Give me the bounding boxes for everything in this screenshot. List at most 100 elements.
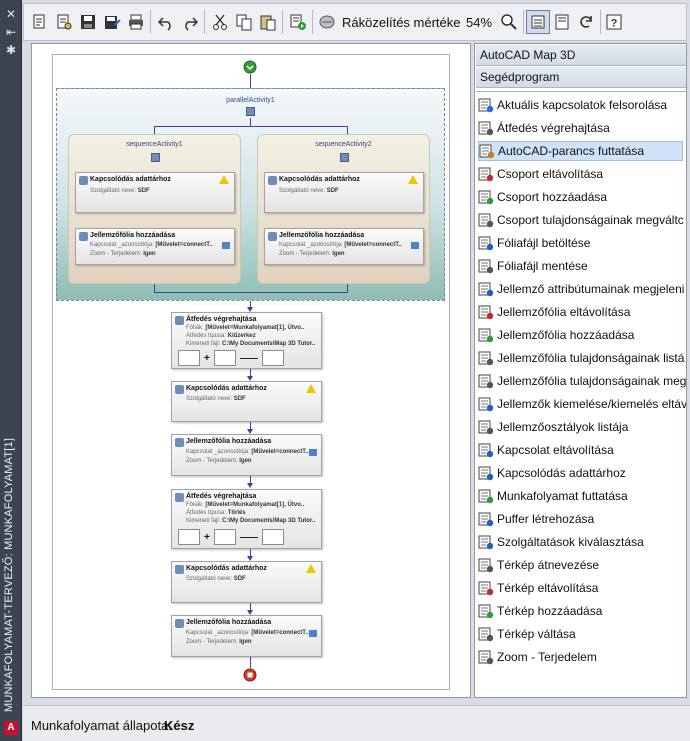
palette-title-bar: ✕ ⇤ ✱ MUNKAFOLYAMAT-TERVEZŐ: MUNKAFOLYAM… (0, 0, 22, 741)
fit-view-icon[interactable] (526, 10, 550, 34)
status-value: Kész (164, 718, 195, 733)
activity-list-item[interactable]: Térkép hozzáadása (478, 601, 683, 621)
activity-perform-overlay-1[interactable]: Átfedés végrehajtása Fóliák: [Művelet=Mu… (171, 312, 322, 369)
activity-list-item[interactable]: Jellemzőfólia hozzáadása (478, 325, 683, 345)
sequence-collapse-icon[interactable] (340, 153, 349, 162)
overlay-icon (175, 316, 184, 325)
run-workflow-icon[interactable] (288, 12, 308, 32)
overlay-diagram: + (178, 347, 284, 369)
activity-perform-overlay-2[interactable]: Átfedés végrehajtása Fóliák: [Művelet=Mu… (171, 489, 322, 549)
undo-icon[interactable] (156, 12, 176, 32)
palette-header[interactable]: AutoCAD Map 3D (476, 45, 686, 66)
warning-icon (306, 564, 316, 573)
palette-subheader[interactable]: Segédprogram (476, 67, 686, 88)
activity-list-label: Puffer létrehozása (497, 512, 595, 526)
activity-list-label: Fóliafájl mentése (497, 259, 588, 273)
activity-list-item[interactable]: Jellemzőfólia tulajdonságainak listá (478, 348, 684, 368)
activity-connect-datastore-3[interactable]: Kapcsolódás adattárhoz Szolgáltató neve:… (171, 381, 322, 422)
zoom-level-icon[interactable] (317, 12, 337, 32)
activity-list-item[interactable]: Jellemző attribútumainak megjeleni (478, 279, 684, 299)
save-icon[interactable] (78, 12, 98, 32)
parallel-activity-label: parallelActivity1 (226, 97, 275, 104)
new-workflow-icon[interactable] (30, 12, 50, 32)
feature-layer-icon (79, 232, 88, 241)
activity-add-feature-layer-1[interactable]: Jellemzőfólia hozzáadása Kapcsolat _azon… (75, 228, 235, 265)
activity-list-item[interactable]: Szolgáltatások kiválasztása (478, 532, 683, 552)
parallel-activity[interactable]: parallelActivity1 sequenceActivity1 Kapc… (56, 88, 445, 301)
zoom-value[interactable]: 54% (466, 15, 492, 30)
activity-icon (478, 282, 494, 297)
close-icon[interactable]: ✕ (3, 6, 19, 22)
activity-list-item[interactable]: Fóliafájl betöltése (478, 233, 683, 253)
activity-list-label: Csoport hozzáadása (497, 190, 608, 204)
activity-list-item[interactable]: Kapcsolódás adattárhoz (478, 463, 683, 483)
binding-icon[interactable] (309, 449, 317, 456)
activity-icon (478, 167, 494, 182)
activity-list-item[interactable]: Csoport tulajdonságainak megváltc (478, 210, 684, 230)
binding-icon[interactable] (309, 630, 317, 637)
activity-list-item[interactable]: Zoom - Terjedelem (478, 647, 683, 667)
parallel-collapse-icon[interactable] (246, 107, 255, 116)
new-from-template-icon[interactable] (54, 12, 74, 32)
binding-icon[interactable] (411, 242, 419, 249)
zoom-magnifier-icon[interactable] (499, 12, 519, 32)
sequence-collapse-icon[interactable] (151, 153, 160, 162)
activity-list-item[interactable]: AutoCAD-parancs futtatása (478, 141, 683, 161)
binding-icon[interactable] (222, 242, 230, 249)
activity-icon (478, 466, 494, 481)
activity-icon (478, 397, 494, 412)
activity-add-feature-layer-4[interactable]: Jellemzőfólia hozzáadása Kapcsolat _azon… (171, 615, 322, 657)
copy-icon[interactable] (234, 12, 254, 32)
feature-layer-icon (175, 619, 184, 628)
activity-list-item[interactable]: Munkafolyamat futtatása (478, 486, 683, 506)
datastore-icon (79, 176, 88, 185)
datastore-icon (175, 565, 184, 574)
status-label: Munkafolyamat állapota: (31, 718, 172, 733)
panel-layout-icon[interactable] (552, 12, 572, 32)
activity-icon (478, 213, 494, 228)
activity-list-item[interactable]: Csoport eltávolítása (478, 164, 683, 184)
activity-list-item[interactable]: Puffer létrehozása (478, 509, 683, 529)
overlay-diagram: + (178, 526, 284, 548)
activity-list[interactable]: Aktuális kapcsolatok felsorolása Átfedés … (476, 91, 686, 697)
activity-icon (478, 236, 494, 251)
paste-icon[interactable] (258, 12, 278, 32)
cut-icon[interactable] (210, 12, 230, 32)
properties-gear-icon[interactable]: ✱ (3, 42, 19, 58)
activity-list-item[interactable]: Jellemzők kiemelése/kiemelés eltáv (478, 394, 686, 414)
help-icon[interactable]: ? (604, 12, 624, 32)
activity-icon (478, 489, 494, 504)
activity-connect-datastore-4[interactable]: Kapcsolódás adattárhoz Szolgáltató neve:… (171, 561, 322, 603)
refresh-icon[interactable] (576, 12, 596, 32)
activity-icon (478, 604, 494, 619)
activity-list-item[interactable]: Jellemzőosztályok listája (478, 417, 683, 437)
activity-list-item[interactable]: Kapcsolat eltávolítása (478, 440, 683, 460)
workflow-canvas[interactable]: parallelActivity1 sequenceActivity1 Kapc… (52, 54, 450, 690)
activity-list-item[interactable]: Átfedés végrehajtása (478, 118, 683, 138)
activity-connect-datastore-1[interactable]: Kapcsolódás adattárhoz Szolgáltató neve:… (75, 172, 235, 213)
end-node-icon (243, 668, 257, 682)
activity-list-label: Kapcsolódás adattárhoz (497, 466, 626, 480)
activity-icon (479, 144, 495, 159)
activity-list-item[interactable]: Csoport hozzáadása (478, 187, 683, 207)
workflow-designer[interactable]: parallelActivity1 sequenceActivity1 Kapc… (31, 43, 471, 698)
activity-icon (478, 443, 494, 458)
save-as-icon[interactable] (102, 12, 122, 32)
activity-list-item[interactable]: Fóliafájl mentése (478, 256, 683, 276)
activity-list-item[interactable]: Aktuális kapcsolatok felsorolása (478, 95, 683, 115)
activity-add-feature-layer-2[interactable]: Jellemzőfólia hozzáadása Kapcsolat _azon… (264, 228, 424, 265)
activity-list-label: Jellemzőfólia hozzáadása (497, 328, 635, 342)
activity-list-label: Csoport eltávolítása (497, 167, 604, 181)
activity-add-feature-layer-3[interactable]: Jellemzőfólia hozzáadása Kapcsolat _azon… (171, 434, 322, 476)
activity-list-item[interactable]: Térkép átnevezése (478, 555, 683, 575)
activity-list-item[interactable]: Jellemzőfólia tulajdonságainak meg (478, 371, 686, 391)
print-icon[interactable] (126, 12, 146, 32)
sequence-activity-2[interactable]: sequenceActivity2 Kapcsolódás adattárhoz… (257, 134, 430, 284)
auto-hide-icon[interactable]: ⇤ (3, 24, 19, 40)
activity-list-item[interactable]: Jellemzőfólia eltávolítása (478, 302, 683, 322)
activity-list-item[interactable]: Térkép eltávolítása (478, 578, 683, 598)
activity-list-item[interactable]: Térkép váltása (478, 624, 683, 644)
sequence-activity-1[interactable]: sequenceActivity1 Kapcsolódás adattárhoz… (68, 134, 241, 284)
activity-connect-datastore-2[interactable]: Kapcsolódás adattárhoz Szolgáltató neve:… (264, 172, 424, 213)
redo-icon[interactable] (180, 12, 200, 32)
